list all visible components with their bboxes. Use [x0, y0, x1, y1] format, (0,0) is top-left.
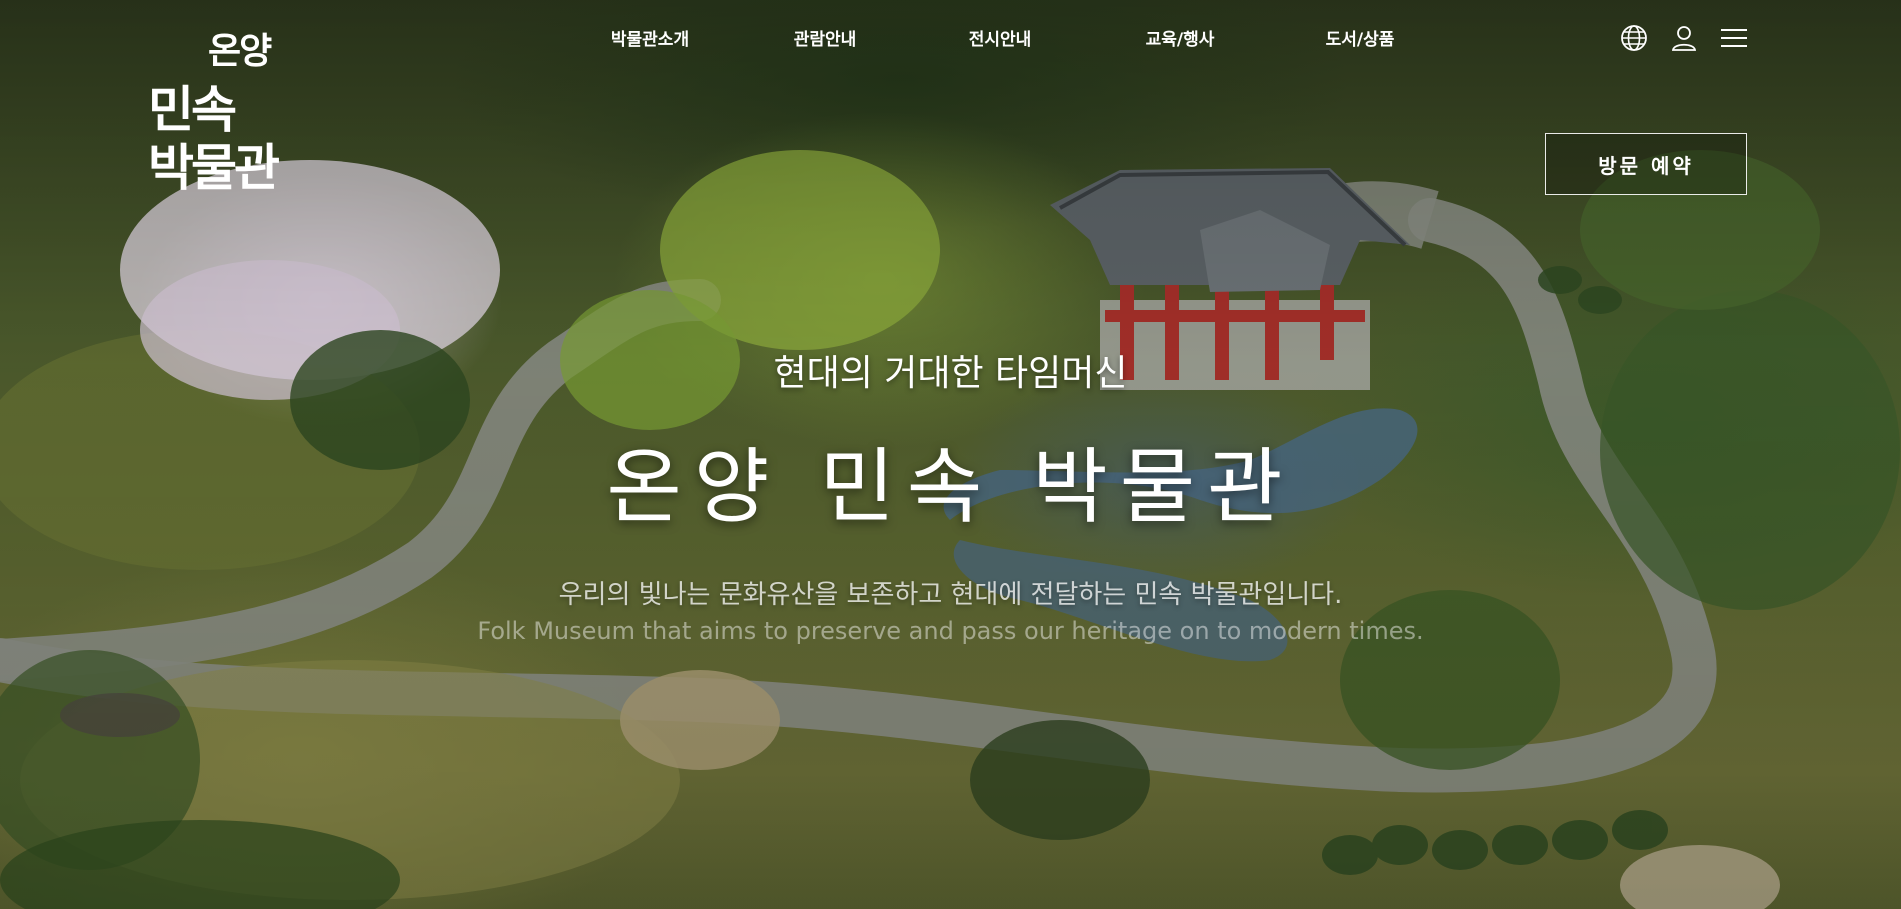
logo-line-3: 박물관	[148, 139, 280, 197]
hero-subtitle: 현대의 거대한 타임머신	[773, 353, 1128, 394]
hero-description-en: Folk Museum that aims to preserve and pa…	[477, 617, 1424, 645]
nav-item-visit-info[interactable]: 관람안내	[740, 25, 910, 50]
nav-item-books-goods[interactable]: 도서/상품	[1270, 25, 1450, 50]
menu-icon[interactable]	[1720, 24, 1748, 52]
logo-line-1: 온양	[208, 31, 272, 72]
globe-icon[interactable]	[1620, 24, 1648, 52]
user-icon[interactable]	[1670, 24, 1698, 52]
hero-banner: 온양 민속 박물관 박물관소개 관람안내 전시안내 교육/행사 도서/상품 방문…	[0, 0, 1901, 909]
nav-item-about[interactable]: 박물관소개	[560, 25, 740, 50]
nav-item-exhibitions[interactable]: 전시안내	[910, 25, 1090, 50]
hero-title: 온양 민속 박물관	[606, 440, 1295, 535]
utility-icons	[1620, 24, 1748, 52]
nav-item-education-events[interactable]: 교육/행사	[1090, 25, 1270, 50]
visit-reservation-button[interactable]: 방문 예약	[1545, 133, 1747, 195]
hero-description-ko: 우리의 빛나는 문화유산을 보존하고 현대에 전달하는 민속 박물관입니다.	[558, 580, 1343, 610]
main-navigation: 박물관소개 관람안내 전시안내 교육/행사 도서/상품	[560, 25, 1450, 50]
